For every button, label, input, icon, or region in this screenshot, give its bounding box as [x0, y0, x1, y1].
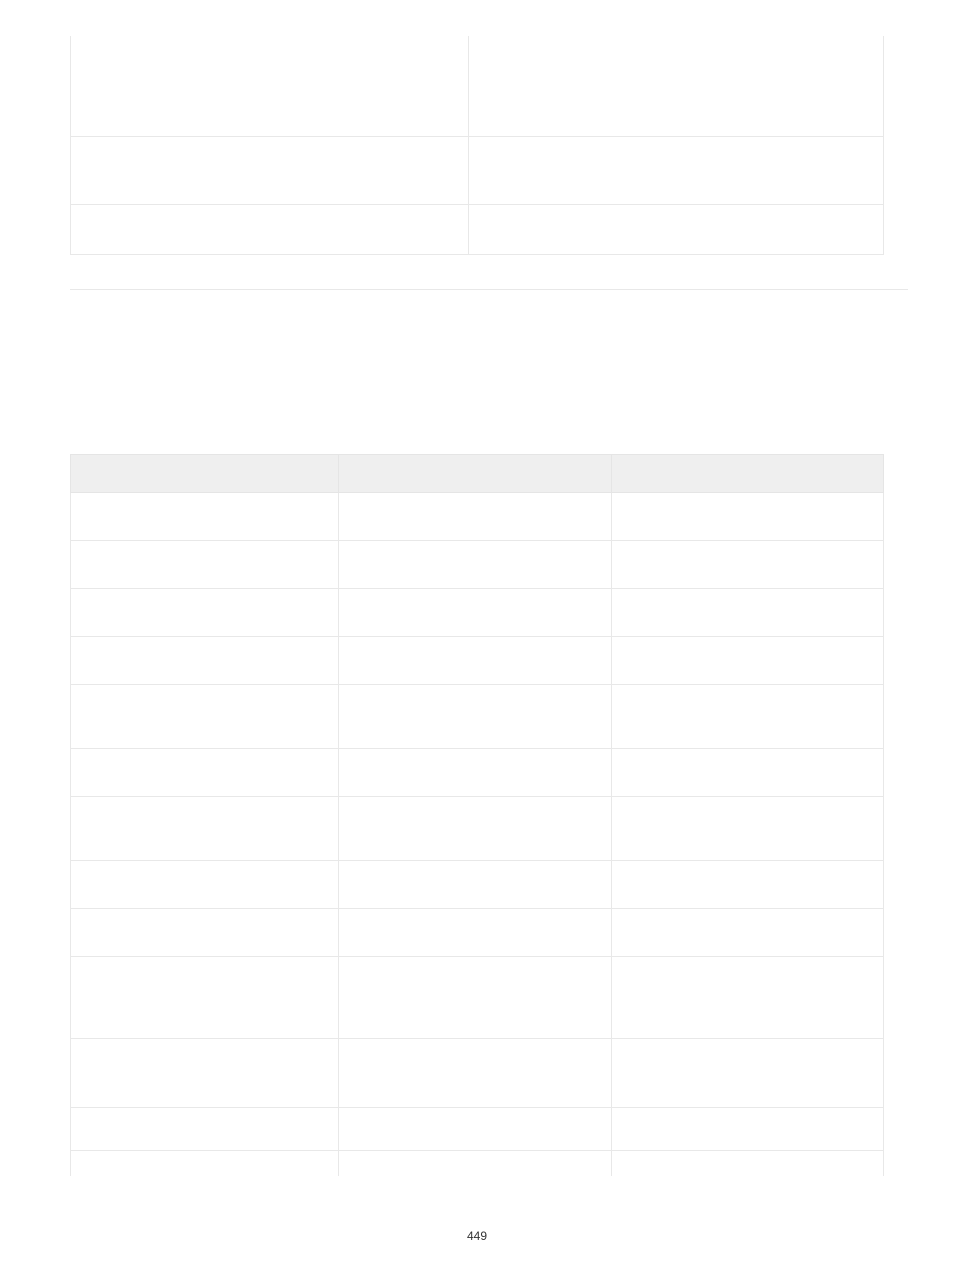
table-header-row: [71, 454, 884, 492]
table-cell: [469, 36, 884, 136]
table-cell: [71, 588, 339, 636]
table-row: [71, 588, 884, 636]
table-cell: [71, 956, 339, 1038]
table-row: [71, 1107, 884, 1150]
table-cell: [339, 1107, 611, 1150]
page-number: 449: [0, 1229, 954, 1243]
table-cell: [71, 636, 339, 684]
table-header: [611, 454, 883, 492]
table-cell: [339, 636, 611, 684]
table-cell: [71, 136, 469, 204]
table-row: [71, 136, 884, 204]
table-row: [71, 748, 884, 796]
table-cell: [71, 908, 339, 956]
table-row: [71, 908, 884, 956]
bottom-table: [70, 454, 884, 1177]
table-cell: [339, 588, 611, 636]
table-cell: [611, 860, 883, 908]
table-cell: [339, 1038, 611, 1107]
table-cell: [339, 1150, 611, 1176]
table-cell: [611, 540, 883, 588]
table-cell: [611, 492, 883, 540]
table-cell: [71, 1150, 339, 1176]
table-row: [71, 1150, 884, 1176]
table-cell: [469, 204, 884, 254]
table-row: [71, 796, 884, 860]
table-cell: [71, 492, 339, 540]
top-table: [70, 36, 884, 255]
table-cell: [611, 748, 883, 796]
table-cell: [339, 956, 611, 1038]
table-row: [71, 636, 884, 684]
table-header: [339, 454, 611, 492]
table-cell: [611, 1107, 883, 1150]
table-row: [71, 684, 884, 748]
table-cell: [339, 540, 611, 588]
table-cell: [71, 860, 339, 908]
table-cell: [339, 796, 611, 860]
table-cell: [339, 492, 611, 540]
table-cell: [611, 588, 883, 636]
table-row: [71, 540, 884, 588]
table-cell: [71, 204, 469, 254]
table-row: [71, 36, 884, 136]
table-cell: [339, 908, 611, 956]
table-row: [71, 204, 884, 254]
table-cell: [611, 796, 883, 860]
table-cell: [71, 1107, 339, 1150]
table-header: [71, 454, 339, 492]
table-cell: [71, 748, 339, 796]
table-cell: [611, 636, 883, 684]
table-cell: [611, 1038, 883, 1107]
table-cell: [339, 860, 611, 908]
table-cell: [611, 684, 883, 748]
table-cell: [339, 748, 611, 796]
table-cell: [611, 1150, 883, 1176]
table-row: [71, 860, 884, 908]
section-divider: [70, 289, 908, 290]
table-cell: [71, 36, 469, 136]
table-cell: [71, 684, 339, 748]
table-row: [71, 1038, 884, 1107]
table-cell: [339, 684, 611, 748]
table-cell: [469, 136, 884, 204]
table-cell: [71, 540, 339, 588]
document-page: 449: [0, 36, 954, 1271]
table-row: [71, 956, 884, 1038]
table-cell: [611, 908, 883, 956]
table-cell: [611, 956, 883, 1038]
table-row: [71, 492, 884, 540]
table-cell: [71, 796, 339, 860]
table-cell: [71, 1038, 339, 1107]
